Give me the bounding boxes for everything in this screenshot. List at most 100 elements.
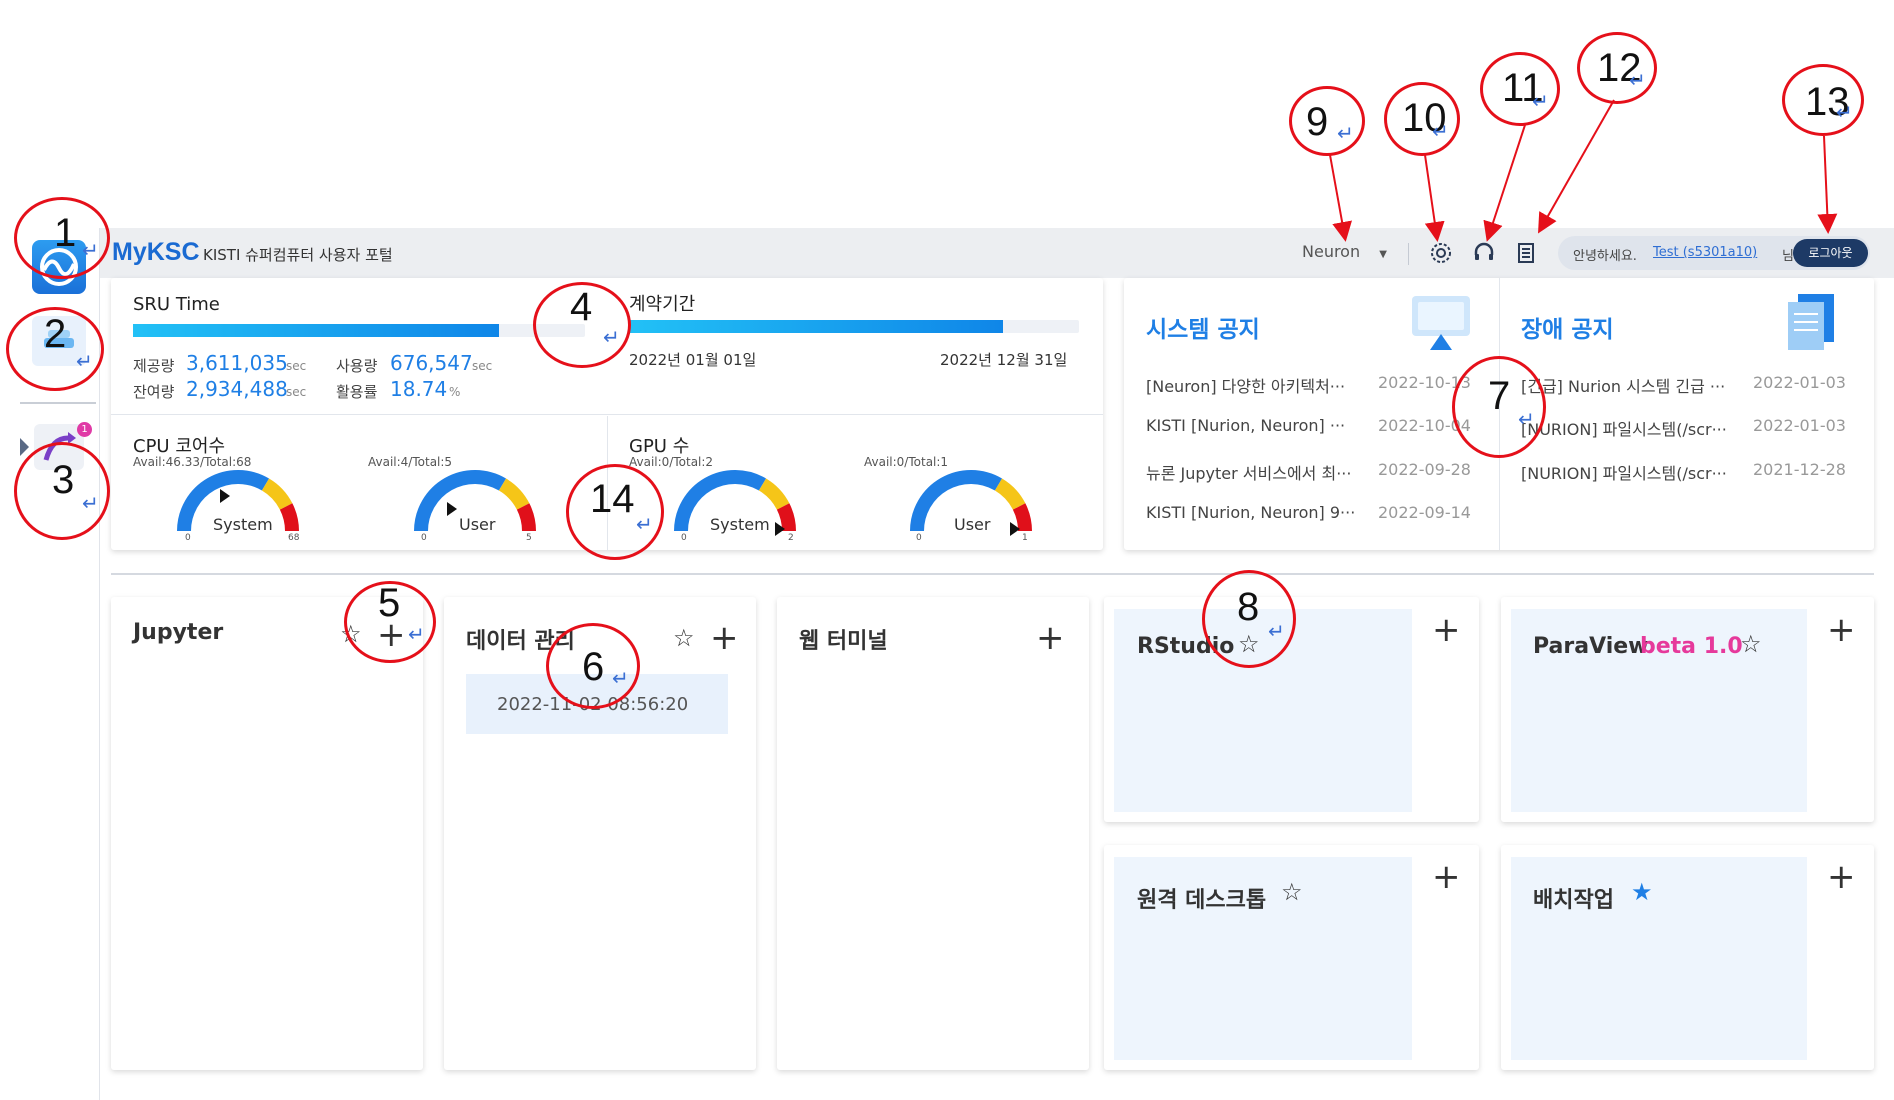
system-notice-title[interactable]: 시스템 공지 (1146, 310, 1260, 344)
return-mark-icon: ↵ (1337, 121, 1354, 145)
return-mark-icon: ↵ (82, 238, 99, 262)
return-mark-icon: ↵ (408, 622, 425, 646)
fault-notice-item[interactable]: [긴급] Nurion 시스템 긴급 ··· (1521, 373, 1725, 397)
remote-desktop-favorite-star-icon[interactable]: ☆ (1281, 880, 1303, 904)
return-mark-icon: ↵ (1268, 619, 1285, 643)
cpu-system-gauge-label: System (213, 515, 273, 534)
system-notice-date: 2022-09-28 (1378, 460, 1471, 479)
data-add-button[interactable]: + (710, 621, 739, 655)
rstudio-add-button[interactable]: + (1432, 613, 1461, 647)
system-select-value: Neuron (1302, 242, 1361, 261)
fault-notice-date: 2021-12-28 (1753, 460, 1846, 479)
contract-end: 2022년 12월 31일 (940, 351, 1068, 369)
utilization-unit: % (449, 385, 461, 399)
gpu-system-gauge-label: System (710, 515, 770, 534)
contract-progress-fill (629, 320, 1003, 333)
system-notice-item[interactable]: KISTI [Nurion, Neuron] 9··· (1146, 503, 1355, 522)
return-mark-icon: ↵ (636, 512, 653, 536)
used-unit: sec (472, 359, 493, 373)
app-card-jupyter[interactable] (111, 597, 423, 1070)
used-label: 사용량 (336, 357, 378, 375)
gpu-user-max: 1 (1022, 533, 1028, 543)
arrow-12 (1538, 99, 1615, 234)
paraview-beta-label: beta 1.0 (1640, 634, 1743, 659)
callout-number-6: 6 (582, 645, 605, 689)
return-mark-icon: ↵ (1432, 119, 1449, 143)
gpu-user-min: 0 (916, 533, 922, 543)
fault-notice-title[interactable]: 장애 공지 (1521, 310, 1614, 344)
support-button[interactable] (1470, 239, 1498, 267)
batch-favorite-star-icon[interactable]: ★ (1631, 880, 1653, 904)
arrow-10 (1424, 154, 1445, 242)
return-mark-icon: ↵ (603, 325, 620, 349)
cpu-user-max: 5 (526, 533, 532, 543)
paraview-favorite-star-icon[interactable]: ☆ (1740, 632, 1762, 656)
gpu-system-max: 2 (788, 533, 794, 543)
arrow-13 (1817, 135, 1838, 234)
remaining-label: 잔여량 (133, 383, 175, 401)
callout-number-4: 4 (570, 285, 593, 329)
provided-unit: sec (286, 359, 307, 373)
system-notice-item[interactable]: KISTI [Nurion, Neuron] ··· (1146, 416, 1345, 435)
return-mark-icon: ↵ (82, 491, 99, 515)
fault-notice-item[interactable]: [NURION] 파일시스템(/scr··· (1521, 416, 1727, 440)
callout-number-5: 5 (378, 581, 401, 625)
utilization-label: 활용률 (336, 383, 378, 401)
gear-icon (1431, 243, 1451, 263)
data-favorite-star-icon[interactable]: ☆ (673, 626, 695, 650)
return-mark-icon: ↵ (1836, 100, 1853, 124)
remaining-unit: sec (286, 385, 307, 399)
return-mark-icon: ↵ (76, 349, 93, 373)
gpu-system-avail: Avail:0/Total:2 (629, 455, 714, 469)
logout-button[interactable]: 로그아웃 (1793, 239, 1868, 267)
cpu-user-min: 0 (421, 533, 427, 543)
paraview-add-button[interactable]: + (1827, 613, 1856, 647)
sidebar-expand-arrow[interactable] (20, 438, 29, 456)
return-mark-icon: ↵ (1629, 68, 1646, 92)
arrow-9 (1329, 154, 1352, 242)
provided-label: 제공량 (133, 357, 175, 375)
gpu-user-avail: Avail:0/Total:1 (864, 455, 949, 469)
jupyter-title: Jupyter (133, 620, 224, 645)
callout-number-8: 8 (1237, 585, 1260, 629)
web-terminal-title: 웹 터미널 (799, 629, 888, 654)
brand-title[interactable]: MyKSC (112, 238, 200, 267)
sidebar-divider (20, 402, 96, 404)
remaining-value: 2,934,488 (186, 377, 288, 401)
sru-title: SRU Time (133, 294, 220, 315)
paraview-title: ParaView (1533, 634, 1649, 659)
remote-desktop-add-button[interactable]: + (1432, 860, 1461, 894)
chevron-down-icon: ▼ (1379, 249, 1387, 260)
remote-desktop-title: 원격 데스크톱 (1137, 888, 1267, 913)
callout-number-9: 9 (1306, 100, 1329, 144)
fault-notice-item[interactable]: [NURION] 파일시스템(/scr··· (1521, 460, 1727, 484)
document-icon (1518, 243, 1534, 263)
sru-progress-fill (133, 324, 500, 337)
notification-badge: 1 (77, 422, 92, 437)
app-card-web-terminal[interactable] (777, 597, 1089, 1070)
system-notice-item[interactable]: [Neuron] 다양한 아키텍처··· (1146, 373, 1345, 397)
callout-number-1: 1 (54, 211, 77, 255)
arrow-11 (1483, 124, 1526, 242)
cpu-user-avail: Avail:4/Total:5 (368, 455, 453, 469)
batch-title: 배치작업 (1533, 888, 1614, 913)
manual-button[interactable] (1512, 239, 1540, 267)
contract-title: 계약기간 (629, 294, 696, 315)
batch-add-button[interactable]: + (1827, 860, 1856, 894)
callout-number-14: 14 (590, 477, 635, 521)
system-notice-item[interactable]: 뉴론 Jupyter 서비스에서 최··· (1146, 460, 1351, 484)
provided-value: 3,611,035 (186, 351, 288, 375)
cpu-user-gauge-label: User (459, 515, 496, 534)
cpu-system-max: 68 (288, 533, 300, 543)
cpu-system-min: 0 (185, 533, 191, 543)
return-mark-icon: ↵ (1518, 407, 1535, 431)
settings-button[interactable] (1427, 239, 1455, 267)
system-select[interactable]: Neuron ▼ (1302, 242, 1387, 261)
utilization-value: 18.74 (390, 377, 448, 401)
gpu-user-gauge-label: User (954, 515, 991, 534)
notice-book-icon (1784, 292, 1840, 352)
user-link[interactable]: Test (s5301a10) (1653, 245, 1757, 260)
web-terminal-add-button[interactable]: + (1036, 621, 1065, 655)
greeting-text: 안녕하세요. (1573, 249, 1637, 264)
used-value: 676,547 (390, 351, 473, 375)
